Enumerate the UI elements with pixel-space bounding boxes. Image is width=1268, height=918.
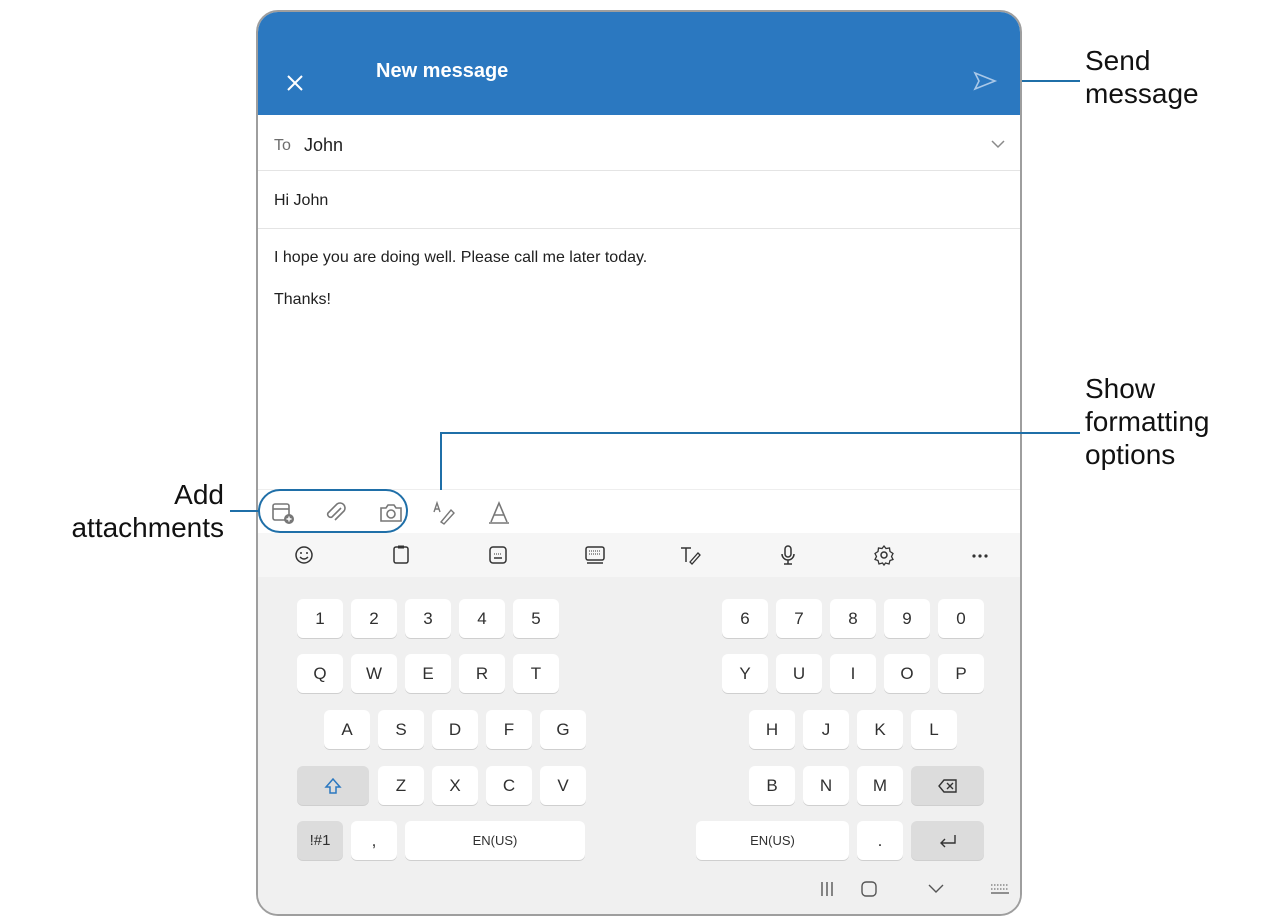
key-z[interactable]: Z <box>378 766 424 805</box>
attachments-callout: Add attachments <box>0 478 224 544</box>
key-k[interactable]: K <box>857 710 903 749</box>
key-g[interactable]: G <box>540 710 586 749</box>
key-5[interactable]: 5 <box>513 599 559 638</box>
key-1[interactable]: 1 <box>297 599 343 638</box>
key-4[interactable]: 4 <box>459 599 505 638</box>
chevron-down-icon[interactable] <box>990 137 1006 151</box>
formatting-callout: Show formatting options <box>1085 372 1210 471</box>
message-body-line[interactable]: Thanks! <box>274 291 331 309</box>
home-icon[interactable] <box>859 879 879 899</box>
handwriting-icon[interactable] <box>431 500 457 526</box>
key-2[interactable]: 2 <box>351 599 397 638</box>
formatting-callout-line-vertical <box>440 432 442 490</box>
key-e[interactable]: E <box>405 654 451 693</box>
key-9[interactable]: 9 <box>884 599 930 638</box>
keyboard-toggle-icon[interactable] <box>989 881 1011 897</box>
key-v[interactable]: V <box>540 766 586 805</box>
page-title: New message <box>376 60 509 82</box>
tablet-frame: New message To John Hi John I hope you a… <box>256 10 1022 916</box>
key-t[interactable]: T <box>513 654 559 693</box>
enter-icon <box>939 834 956 847</box>
back-icon[interactable] <box>926 881 946 897</box>
key-x[interactable]: X <box>432 766 478 805</box>
microphone-icon[interactable] <box>776 543 800 567</box>
keyboard-toolbar <box>258 533 1020 577</box>
comma-key[interactable]: , <box>351 821 397 860</box>
key-h[interactable]: H <box>749 710 795 749</box>
key-m[interactable]: M <box>857 766 903 805</box>
subject-text: Hi John <box>274 192 329 209</box>
key-y[interactable]: Y <box>722 654 768 693</box>
send-callout-line <box>1022 80 1080 82</box>
key-8[interactable]: 8 <box>830 599 876 638</box>
key-w[interactable]: W <box>351 654 397 693</box>
key-s[interactable]: S <box>378 710 424 749</box>
key-b[interactable]: B <box>749 766 795 805</box>
period-key[interactable]: . <box>857 821 903 860</box>
key-r[interactable]: R <box>459 654 505 693</box>
key-c[interactable]: C <box>486 766 532 805</box>
key-q[interactable]: Q <box>297 654 343 693</box>
to-label: To <box>274 137 291 154</box>
key-n[interactable]: N <box>803 766 849 805</box>
callout-text: Show <box>1085 373 1156 404</box>
key-7[interactable]: 7 <box>776 599 822 638</box>
symbols-key[interactable]: !#1 <box>297 821 343 860</box>
app-bar: New message <box>258 12 1020 115</box>
formatting-callout-line-horizontal <box>440 432 1080 434</box>
attachments-highlight <box>258 489 408 533</box>
keyboard-layout-icon[interactable] <box>583 543 607 567</box>
key-p[interactable]: P <box>938 654 984 693</box>
emoji-icon[interactable] <box>292 543 316 567</box>
key-3[interactable]: 3 <box>405 599 451 638</box>
message-body-line[interactable]: I hope you are doing well. Please call m… <box>274 249 647 267</box>
key-j[interactable]: J <box>803 710 849 749</box>
key-i[interactable]: I <box>830 654 876 693</box>
subject-field[interactable]: Hi John <box>258 170 1020 229</box>
more-icon[interactable] <box>968 543 992 567</box>
backspace-icon <box>937 778 957 793</box>
enter-key[interactable] <box>911 821 984 860</box>
clipboard-icon[interactable] <box>389 543 413 567</box>
shift-key[interactable] <box>297 766 369 805</box>
callout-text: formatting <box>1085 406 1210 437</box>
key-6[interactable]: 6 <box>722 599 768 638</box>
text-format-icon[interactable] <box>486 500 512 526</box>
settings-icon[interactable] <box>872 543 896 567</box>
close-icon[interactable] <box>280 68 310 98</box>
key-f[interactable]: F <box>486 710 532 749</box>
key-o[interactable]: O <box>884 654 930 693</box>
key-a[interactable]: A <box>324 710 370 749</box>
recipient-row[interactable]: To John <box>258 115 1020 171</box>
attachments-callout-line <box>230 510 260 512</box>
key-u[interactable]: U <box>776 654 822 693</box>
keyboard-mode-icon[interactable] <box>486 543 510 567</box>
key-0[interactable]: 0 <box>938 599 984 638</box>
space-key-right[interactable]: EN(US) <box>696 821 849 860</box>
shift-icon <box>324 777 342 794</box>
key-d[interactable]: D <box>432 710 478 749</box>
callout-text: Add <box>174 479 224 510</box>
callout-text: options <box>1085 439 1176 470</box>
send-callout: Send message <box>1085 44 1199 110</box>
key-l[interactable]: L <box>911 710 957 749</box>
keyboard: 1 2 3 4 5 6 7 8 9 0 Q W E R T Y U I O P … <box>258 577 1020 914</box>
to-value[interactable]: John <box>304 135 343 156</box>
space-key-left[interactable]: EN(US) <box>405 821 585 860</box>
callout-text: message <box>1085 78 1199 109</box>
callout-text: attachments <box>71 512 224 543</box>
callout-text: Send <box>1085 45 1151 76</box>
pen-text-icon[interactable] <box>678 543 702 567</box>
backspace-key[interactable] <box>911 766 984 805</box>
send-icon[interactable] <box>970 66 1000 96</box>
recents-icon[interactable] <box>817 879 837 899</box>
